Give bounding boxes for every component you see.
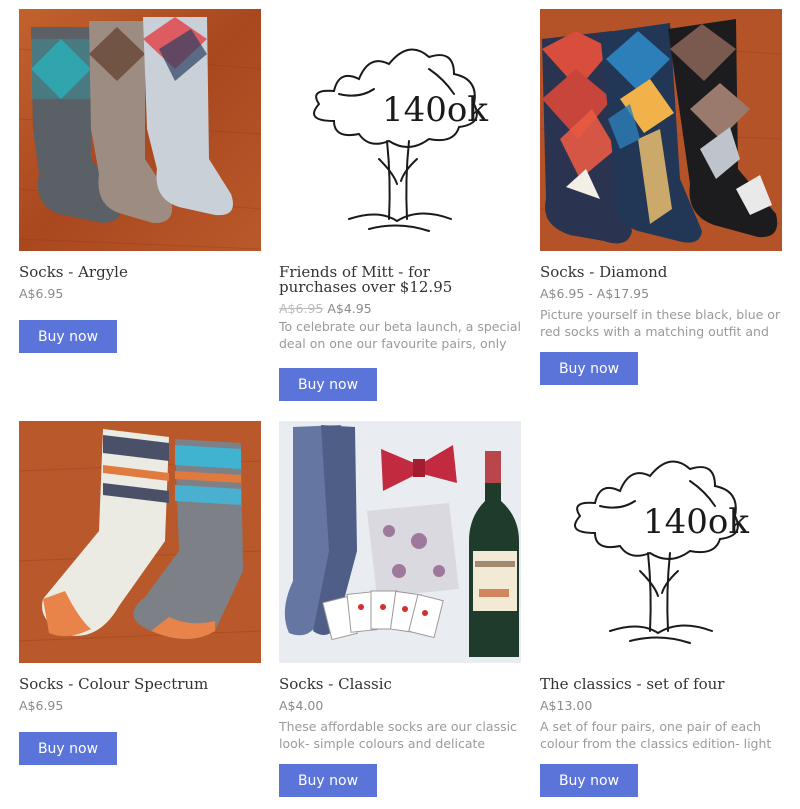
product-title[interactable]: Socks - Diamond [540,265,667,280]
buy-now-button[interactable]: Buy now [279,764,377,797]
product-title[interactable]: Friends of Mitt - for purchases over $12… [279,265,509,295]
buy-now-button[interactable]: Buy now [19,732,117,765]
product-image-140ok-logo[interactable]: 140ok [279,9,521,251]
product-title[interactable]: Socks - Argyle [19,265,128,280]
product-price: A$6.95 [19,286,64,301]
product-title[interactable]: Socks - Classic [279,677,392,692]
product-price: A$6.95 [19,698,64,713]
product-price-sale: A$4.95 [327,301,372,316]
product-description: These affordable socks are our classic l… [279,719,517,751]
buy-now-button[interactable]: Buy now [19,320,117,353]
product-title[interactable]: The classics - set of four [540,677,724,692]
product-description: To celebrate our beta launch, a special … [279,319,521,351]
product-price: A$6.95 A$4.95 [279,301,372,316]
buy-now-button[interactable]: Buy now [540,764,638,797]
logo-text: 140ok [382,90,488,130]
product-price: A$6.95 - A$17.95 [540,286,650,301]
product-price: A$4.00 [279,698,324,713]
product-image-diamond[interactable] [540,9,782,251]
product-image-colour-spectrum[interactable] [19,421,261,663]
product-image-140ok-logo[interactable]: 140ok [540,421,782,663]
product-title[interactable]: Socks - Colour Spectrum [19,677,208,692]
product-description: A set of four pairs, one pair of each co… [540,719,772,751]
buy-now-button[interactable]: Buy now [540,352,638,385]
buy-now-button[interactable]: Buy now [279,368,377,401]
product-price: A$13.00 [540,698,593,713]
logo-text: 140ok [643,502,749,542]
product-description: Picture yourself in these black, blue or… [540,307,781,339]
product-price-old: A$6.95 [279,301,324,316]
product-image-classic[interactable] [279,421,521,663]
product-image-argyle[interactable] [19,9,261,251]
